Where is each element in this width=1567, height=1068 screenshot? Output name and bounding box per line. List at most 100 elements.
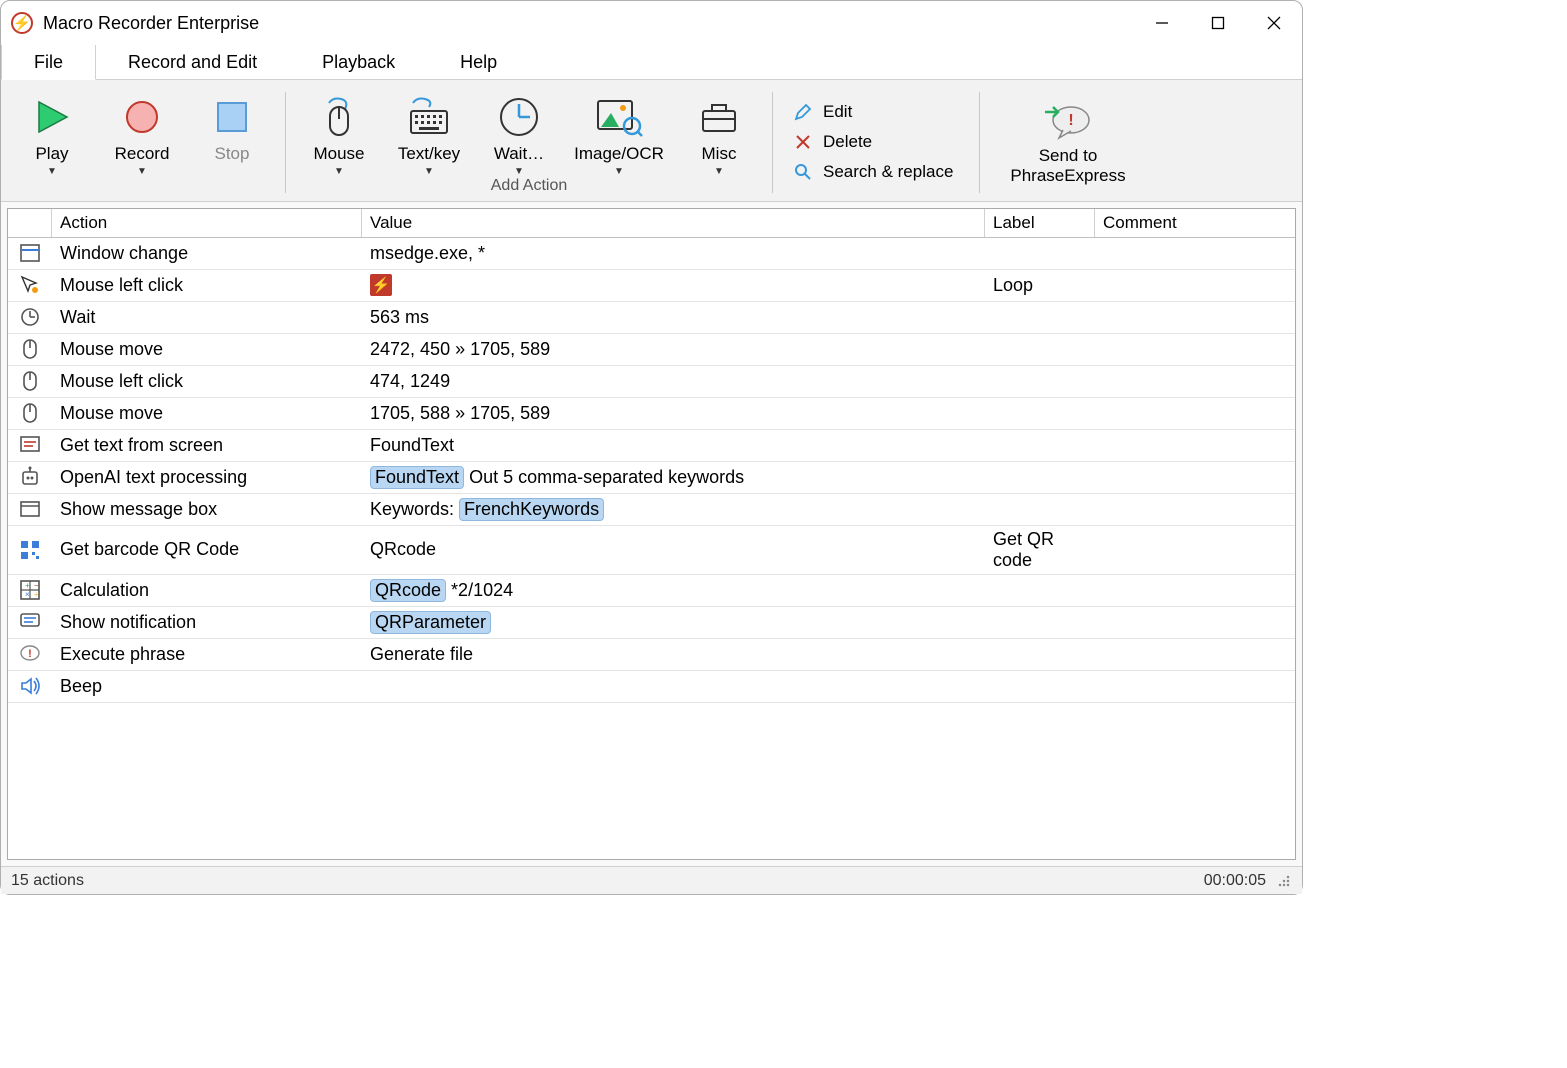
wait-button[interactable]: Wait… ▼: [474, 88, 564, 177]
delete-icon: [793, 132, 813, 152]
table-row[interactable]: Mouse move2472, 450 » 1705, 589: [8, 334, 1295, 366]
cell-action: Show message box: [52, 496, 362, 523]
table-row[interactable]: Get text from screenFoundText: [8, 430, 1295, 462]
cell-action: Mouse move: [52, 400, 362, 427]
cell-label: [985, 474, 1095, 480]
menu-record-and-edit[interactable]: Record and Edit: [96, 45, 290, 79]
search-replace-button[interactable]: Search & replace: [793, 162, 959, 182]
cell-value-text: 563 ms: [370, 307, 429, 327]
cell-label: Get QR code: [985, 526, 1095, 574]
column-header-comment[interactable]: Comment: [1095, 209, 1295, 237]
statusbar: 15 actions 00:00:05: [1, 866, 1302, 894]
app-logo-icon: ⚡: [370, 274, 392, 296]
cell-value-text: QRcode: [370, 539, 436, 559]
cell-value: Keywords: FrenchKeywords: [362, 495, 985, 524]
chevron-down-icon: ▼: [424, 166, 434, 177]
cell-comment: [1095, 378, 1295, 384]
table-row[interactable]: Mouse left click ⚡ Loop: [8, 270, 1295, 302]
cell-value: msedge.exe, *: [362, 240, 985, 267]
stop-button[interactable]: Stop ▼: [187, 88, 277, 177]
window-icon: [19, 242, 41, 264]
add-action-caption: Add Action: [491, 177, 568, 199]
cell-value-text: 1705, 588 » 1705, 589: [370, 403, 550, 423]
table-row[interactable]: Show notificationQRParameter: [8, 607, 1295, 639]
svg-text:!: !: [1068, 112, 1073, 129]
column-header-value[interactable]: Value: [362, 209, 985, 237]
edit-button[interactable]: Edit: [793, 102, 959, 122]
cell-action: Window change: [52, 240, 362, 267]
table-row[interactable]: Show message boxKeywords: FrenchKeywords: [8, 494, 1295, 526]
cell-label: [985, 346, 1095, 352]
svg-text:+: +: [25, 581, 30, 590]
cell-value: 563 ms: [362, 304, 985, 331]
pencil-icon: [793, 102, 813, 122]
table-row[interactable]: Mouse move 1705, 588 » 1705, 589: [8, 398, 1295, 430]
cell-value: FoundText: [362, 432, 985, 459]
clock-icon: [19, 306, 41, 328]
window-controls: [1134, 1, 1302, 45]
table-body[interactable]: Window changemsedge.exe, *Mouse left cli…: [8, 238, 1295, 859]
cell-value-text: Generate file: [370, 644, 473, 664]
misc-button[interactable]: Misc ▼: [674, 88, 764, 177]
table-row[interactable]: Mouse left click474, 1249: [8, 366, 1295, 398]
minimize-button[interactable]: [1134, 1, 1190, 45]
cell-action: Wait: [52, 304, 362, 331]
mouse-icon: [19, 370, 41, 392]
close-button[interactable]: [1246, 1, 1302, 45]
mouse-icon: [19, 402, 41, 424]
cell-action: Execute phrase: [52, 641, 362, 668]
ribbon-group-playback: Play ▼ Record ▼ Stop ▼: [7, 84, 277, 201]
send-to-phraseexpress-button[interactable]: ! Send to PhraseExpress: [988, 84, 1148, 201]
cell-comment: [1095, 651, 1295, 657]
table-row[interactable]: Get barcode QR CodeQRcodeGet QR code: [8, 526, 1295, 575]
menu-playback[interactable]: Playback: [290, 45, 428, 79]
svg-text:−: −: [34, 581, 39, 590]
table-row[interactable]: OpenAI text processingFoundText Out 5 co…: [8, 462, 1295, 494]
maximize-icon: [1211, 16, 1225, 30]
table-row[interactable]: Wait 563 ms: [8, 302, 1295, 334]
imageocr-button[interactable]: Image/OCR ▼: [564, 88, 674, 177]
cell-label: [985, 442, 1095, 448]
cell-label: [985, 378, 1095, 384]
resize-grip[interactable]: [1276, 873, 1292, 889]
column-header-label[interactable]: Label: [985, 209, 1095, 237]
cell-label: Loop: [985, 272, 1095, 299]
record-button[interactable]: Record ▼: [97, 88, 187, 177]
maximize-button[interactable]: [1190, 1, 1246, 45]
cell-comment: [1095, 474, 1295, 480]
ai-icon: [19, 466, 41, 488]
status-left: 15 actions: [11, 872, 84, 890]
chevron-down-icon: ▼: [714, 166, 724, 177]
table-row[interactable]: !Execute phraseGenerate file: [8, 639, 1295, 671]
qr-icon: [19, 539, 41, 561]
cell-comment: [1095, 619, 1295, 625]
menu-help[interactable]: Help: [428, 45, 530, 79]
variable-chip: FoundText: [370, 466, 464, 489]
column-header-icon[interactable]: [8, 209, 52, 237]
cell-value-text: *2/1024: [446, 580, 513, 600]
column-header-action[interactable]: Action: [52, 209, 362, 237]
menu-file[interactable]: File: [1, 45, 96, 80]
beep-icon: [19, 675, 41, 697]
cell-label: [985, 683, 1095, 689]
cell-value: QRParameter: [362, 608, 985, 637]
play-button[interactable]: Play ▼: [7, 88, 97, 177]
calc-icon: +−×÷: [19, 579, 41, 601]
cell-action: Calculation: [52, 577, 362, 604]
msgbox-icon: [19, 498, 41, 520]
cell-value-text: 474, 1249: [370, 371, 450, 391]
cell-label: [985, 587, 1095, 593]
chevron-down-icon: ▼: [514, 166, 524, 177]
cell-value: 2472, 450 » 1705, 589: [362, 336, 985, 363]
textkey-button[interactable]: Text/key ▼: [384, 88, 474, 177]
chevron-down-icon: ▼: [137, 166, 147, 177]
cell-action: Mouse left click: [52, 272, 362, 299]
cell-value-text: Keywords:: [370, 499, 459, 519]
table-row[interactable]: +−×÷CalculationQRcode *2/1024: [8, 575, 1295, 607]
table-header: Action Value Label Comment: [8, 209, 1295, 238]
cell-value-text: FoundText: [370, 435, 454, 455]
delete-button[interactable]: Delete: [793, 132, 959, 152]
mouse-button[interactable]: Mouse ▼: [294, 88, 384, 177]
table-row[interactable]: Beep: [8, 671, 1295, 703]
table-row[interactable]: Window changemsedge.exe, *: [8, 238, 1295, 270]
